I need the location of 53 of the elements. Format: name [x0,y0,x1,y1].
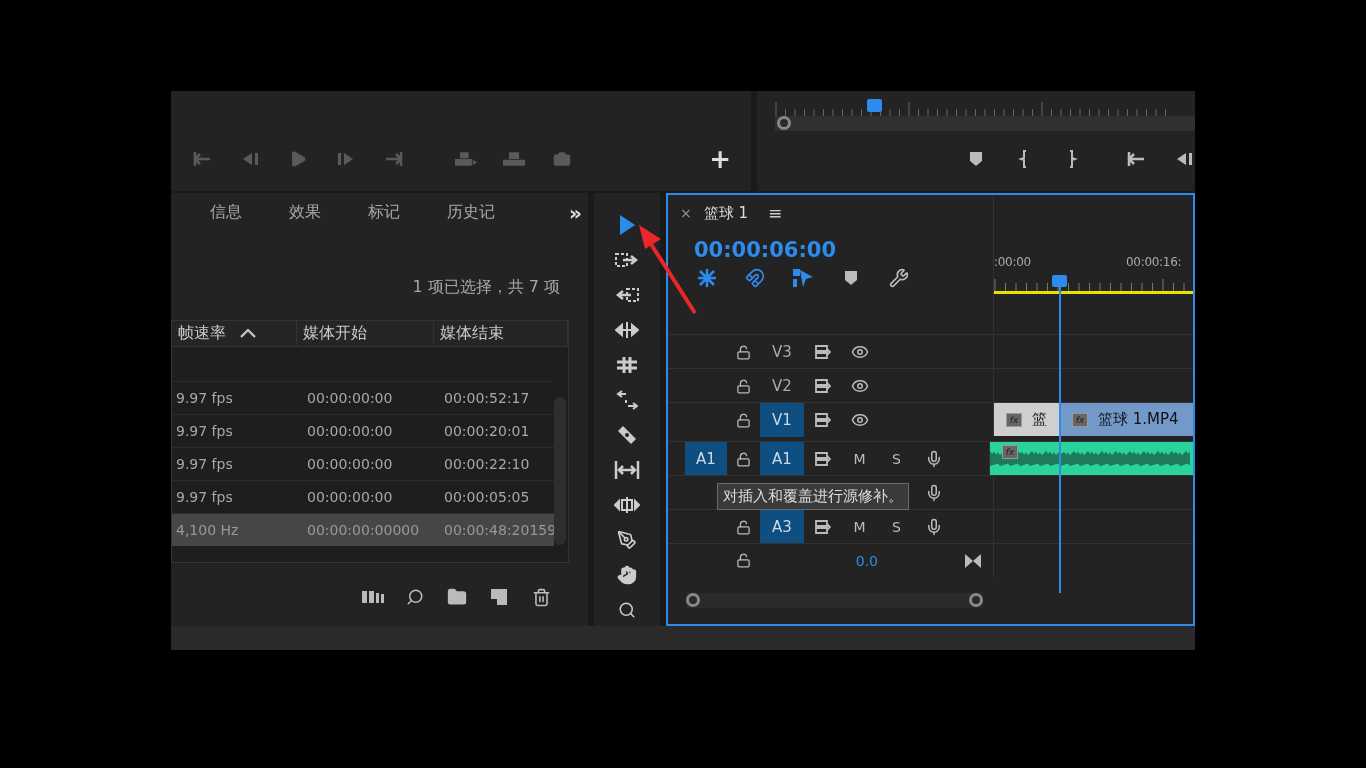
table-cell-text: 00:00:48:20159 [443,521,557,540]
panel-tab[interactable]: 信息 [210,201,242,225]
ruler-label: 00:00:16: [1126,255,1182,269]
table-cell-text: 9.97 fps [175,488,234,507]
track-target[interactable]: V1 [760,403,804,437]
table-cell-text: 00:00:52:17 [443,389,531,408]
fx-badge: fx [1072,412,1088,427]
close-button[interactable]: × [680,205,692,221]
selection-count: 1 项已选择，共 7 项 [411,276,561,298]
column-header[interactable]: 媒体结束 [434,321,568,346]
mute-button[interactable]: M [841,451,878,467]
track-target[interactable]: V2 [760,369,804,403]
table-cell-text: 9.97 fps [175,422,234,441]
column-header[interactable]: 帧速率 [172,321,297,346]
add-button[interactable]: + [709,149,731,169]
video-clip[interactable]: fx 篮球 1.MP4 [1060,403,1193,436]
table-cell-text: 00:00:05:05 [443,488,531,507]
menu-button[interactable]: ≡ [768,203,783,223]
tooltip: 对插入和覆盖进行源修补。 [717,483,909,510]
track-target[interactable]: A1 [760,442,804,476]
table-cell-text: 00:00:00:00 [306,488,394,507]
sequence-tab[interactable]: 篮球 1 [703,203,749,223]
clip-name: 篮 [1032,410,1047,429]
panel-tab[interactable]: 效果 [289,201,321,225]
table-cell-text: 00:00:00:00 [306,422,394,441]
video-clip[interactable]: fx 篮 [994,403,1060,436]
timecode: 00:00:06:00 [694,238,838,262]
table-cell-text: 00:00:00:00 [306,389,394,408]
solo-button[interactable]: S [878,519,915,535]
track-target[interactable]: V3 [760,335,804,369]
panel-tab[interactable]: 标记 [368,201,400,225]
ruler-label: :00:00 [994,255,1031,269]
table-cell-text: 4,100 Hz [175,521,240,540]
column-header[interactable]: 媒体开始 [297,321,434,346]
table-row[interactable]: 9.97 fps 00:00:00:00 00:00:22:10 [172,447,554,480]
master-volume: 0.0 [854,552,878,569]
table-row[interactable]: 9.97 fps 00:00:00:00 00:00:20:01 [172,414,554,447]
mute-button[interactable]: M [841,519,878,535]
table-row[interactable]: 9.97 fps 00:00:00:00 00:00:52:17 [172,381,554,414]
table-cell-text: 9.97 fps [175,455,234,474]
panel-tab[interactable]: 历史记 [447,201,495,225]
track-target[interactable]: A3 [760,510,804,544]
table-cell-text: 9.97 fps [175,389,234,408]
clip-name: 篮球 1.MP4 [1098,410,1179,429]
solo-button[interactable]: S [878,451,915,467]
table-cell-text: 00:00:22:10 [443,455,531,474]
table-cell-text: 00:00:00:00 [306,455,394,474]
overflow-button[interactable]: » [569,201,582,225]
fx-badge: fx [1006,412,1022,427]
table-cell-text: 00:00:00:00000 [306,521,421,540]
table-cell-text: 00:00:20:01 [443,422,531,441]
source-patch[interactable]: A1 [685,442,727,476]
fx-badge: fx [1002,445,1018,459]
